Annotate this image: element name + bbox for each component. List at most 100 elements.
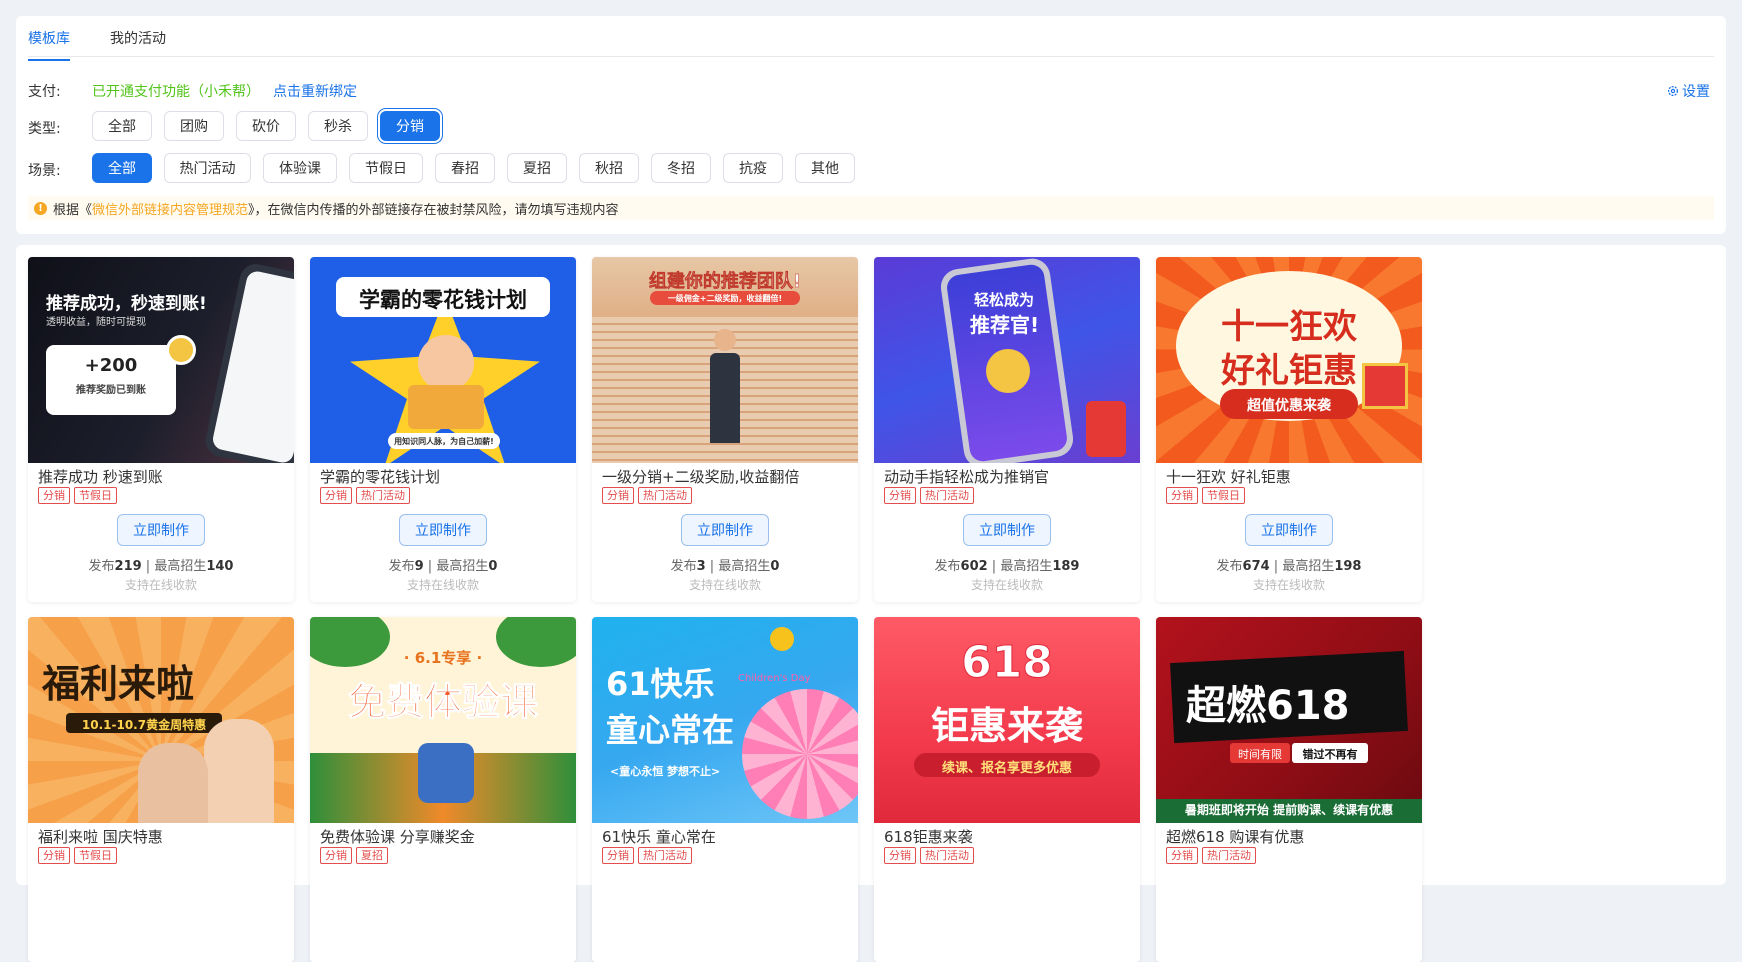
tab-my-activities[interactable]: 我的活动 xyxy=(110,28,166,48)
tag: 节假日 xyxy=(74,847,117,864)
scene-chip-spring[interactable]: 春招 xyxy=(435,153,495,183)
thumbnail-badge: 超值优惠来袭 xyxy=(1247,398,1331,414)
template-card[interactable]: 福利来啦 10.1-10.7黄金周特惠 福利来啦 国庆特惠 分销 节假日 xyxy=(28,617,294,962)
person-illustration xyxy=(710,353,740,443)
template-card[interactable]: 组建你的推荐团队! 一级佣金+二级奖励，收益翻倍! 一级分销+二级奖励,收益翻倍… xyxy=(592,257,858,602)
tab-bar: 模板库 我的活动 xyxy=(28,16,1714,61)
template-thumbnail: 超燃618 时间有限 错过不再有 暑期班即将开始 提前购课、续课有优惠 xyxy=(1156,617,1422,823)
tag: 夏招 xyxy=(356,847,388,864)
template-tags: 分销 热门活动 xyxy=(320,487,410,504)
tab-label: 模板库 xyxy=(28,31,70,47)
max-enrollment: 198 xyxy=(1334,559,1362,574)
template-card[interactable]: 61快乐 童心常在 <童心永恒 梦想不止> Children's Day 61快… xyxy=(592,617,858,962)
scene-chip-autumn[interactable]: 秋招 xyxy=(579,153,639,183)
template-thumbnail: · 6.1专享 · 免费体验课 xyxy=(310,617,576,823)
scene-chip-all[interactable]: 全部 xyxy=(92,153,152,183)
template-card[interactable]: 推荐成功，秒速到账! 透明收益，随时可提现 +200 推荐奖励已到账 推荐成功 … xyxy=(28,257,294,602)
template-tags: 分销 节假日 xyxy=(1166,487,1245,504)
template-thumbnail: 618 钜惠来袭 续课、报名享更多优惠 xyxy=(874,617,1140,823)
template-stats: 发布674 | 最高招生198 xyxy=(1216,559,1362,574)
type-chip-distribution[interactable]: 分销 xyxy=(380,111,440,141)
template-title: 一级分销+二级奖励,收益翻倍 xyxy=(602,468,800,486)
person-illustration xyxy=(138,743,208,823)
template-title: 学霸的零花钱计划 xyxy=(320,468,441,486)
template-stats: 发布602 | 最高招生189 xyxy=(934,559,1080,574)
online-payment-note: 支持在线收款 xyxy=(124,578,197,592)
thumbnail-caption: 错过不再有 xyxy=(1302,748,1358,761)
template-stats: 发布9 | 最高招生0 xyxy=(388,559,498,574)
template-stats: 发布219 | 最高招生140 xyxy=(88,559,234,574)
coin-icon xyxy=(166,335,196,365)
character-illustration xyxy=(418,743,474,803)
filter-panel: 模板库 我的活动 支付: 已开通支付功能（小禾帮） 点击重新绑定 设置 类型: … xyxy=(16,16,1726,234)
type-chip-flash-sale[interactable]: 秒杀 xyxy=(308,111,368,141)
make-now-button[interactable]: 立即制作 xyxy=(117,514,205,546)
template-title: 618钜惠来袭 xyxy=(884,828,973,846)
rebind-link[interactable]: 点击重新绑定 xyxy=(273,81,357,101)
thumbnail-subline: 透明收益，随时可提现 xyxy=(46,317,146,328)
tag: 分销 xyxy=(884,847,916,864)
tag: 分销 xyxy=(1166,847,1198,864)
online-payment-note: 支持在线收款 xyxy=(1252,578,1325,592)
template-tags: 分销 节假日 xyxy=(38,847,117,864)
thumbnail-headline: 学霸的零花钱计划 xyxy=(359,288,527,312)
thumbnail-headline: 福利来啦 xyxy=(42,662,195,706)
thumbnail-badge: 时间有限 xyxy=(1238,748,1282,761)
template-title: 超燃618 购课有优惠 xyxy=(1166,828,1305,846)
tab-template-library[interactable]: 模板库 xyxy=(28,28,70,61)
template-card[interactable]: 十一狂欢 好礼钜惠 超值优惠来袭 十一狂欢 好礼钜惠 分销 节假日 立即制作 发… xyxy=(1156,257,1422,602)
tag: 热门活动 xyxy=(920,847,974,864)
student-illustration xyxy=(418,335,474,391)
tag: 分销 xyxy=(1166,487,1198,504)
online-payment-note: 支持在线收款 xyxy=(970,578,1043,592)
template-tags: 分销 夏招 xyxy=(320,847,388,864)
thumbnail-subline: 钜惠来袭 xyxy=(930,704,1083,748)
template-title: 十一狂欢 好礼钜惠 xyxy=(1166,468,1291,486)
template-tags: 分销 热门活动 xyxy=(602,847,692,864)
settings-button[interactable]: 设置 xyxy=(1667,81,1710,101)
type-chip-bargain[interactable]: 砍价 xyxy=(236,111,296,141)
make-now-button[interactable]: 立即制作 xyxy=(1245,514,1333,546)
thumbnail-headline: 十一狂欢 xyxy=(1221,307,1357,347)
tab-label: 我的活动 xyxy=(110,31,166,47)
tag: 分销 xyxy=(320,847,352,864)
thumbnail-badge: · 6.1专享 · xyxy=(403,649,483,667)
make-now-button[interactable]: 立即制作 xyxy=(963,514,1051,546)
scene-chip-hot[interactable]: 热门活动 xyxy=(164,153,251,183)
template-card[interactable]: 618 钜惠来袭 续课、报名享更多优惠 618钜惠来袭 分销 热门活动 xyxy=(874,617,1140,962)
scene-chip-epidemic[interactable]: 抗疫 xyxy=(723,153,783,183)
template-card[interactable]: 轻松成为 推荐官! 动动手指轻松成为推销官 分销 热门活动 立即制作 发布602… xyxy=(874,257,1140,602)
compliance-notice: ! 根据《 微信外部链接内容管理规范 》，在微信内传播的外部链接存在被封禁风险，请勿… xyxy=(28,196,1714,220)
swirl-illustration xyxy=(742,689,858,819)
coin-icon xyxy=(986,349,1030,393)
notice-policy-link[interactable]: 微信外部链接内容管理规范 xyxy=(92,199,248,218)
template-tags: 分销 热门活动 xyxy=(602,487,692,504)
tag: 热门活动 xyxy=(1202,847,1256,864)
scene-chip-summer[interactable]: 夏招 xyxy=(507,153,567,183)
thumbnail-headline: 轻松成为 xyxy=(974,291,1035,309)
template-tags: 分销 热门活动 xyxy=(884,487,974,504)
make-now-button[interactable]: 立即制作 xyxy=(399,514,487,546)
template-card[interactable]: 学霸的零花钱计划 用知识同人脉，为自己加薪! 学霸的零花钱计划 分销 热门活动 … xyxy=(310,257,576,602)
template-card[interactable]: 超燃618 时间有限 错过不再有 暑期班即将开始 提前购课、续课有优惠 超燃61… xyxy=(1156,617,1422,962)
scene-chip-holiday[interactable]: 节假日 xyxy=(349,153,423,183)
template-card[interactable]: · 6.1专享 · 免费体验课 免费体验课 分享赚奖金 分销 夏招 xyxy=(310,617,576,962)
max-enrollment: 189 xyxy=(1052,559,1080,574)
make-now-button[interactable]: 立即制作 xyxy=(681,514,769,546)
tag: 分销 xyxy=(602,487,634,504)
template-title: 推荐成功 秒速到账 xyxy=(38,468,163,486)
scene-chip-other[interactable]: 其他 xyxy=(795,153,855,183)
thumbnail-subline: 用知识同人脉，为自己加薪! xyxy=(394,437,494,446)
payment-status: 已开通支付功能（小禾帮） xyxy=(92,84,260,100)
gift-icon xyxy=(1362,363,1408,409)
scene-chip-trial[interactable]: 体验课 xyxy=(263,153,337,183)
published-count: 9 xyxy=(414,559,424,574)
tag: 分销 xyxy=(602,847,634,864)
thumbnail-caption: 续课、报名享更多优惠 xyxy=(941,761,1072,776)
template-thumbnail: 学霸的零花钱计划 用知识同人脉，为自己加薪! xyxy=(310,257,576,463)
type-chip-group-buy[interactable]: 团购 xyxy=(164,111,224,141)
scene-chip-winter[interactable]: 冬招 xyxy=(651,153,711,183)
red-envelope-icon xyxy=(1086,401,1126,457)
thumbnail-footer: 暑期班即将开始 提前购课、续课有优惠 xyxy=(1184,803,1394,817)
type-chip-all[interactable]: 全部 xyxy=(92,111,152,141)
